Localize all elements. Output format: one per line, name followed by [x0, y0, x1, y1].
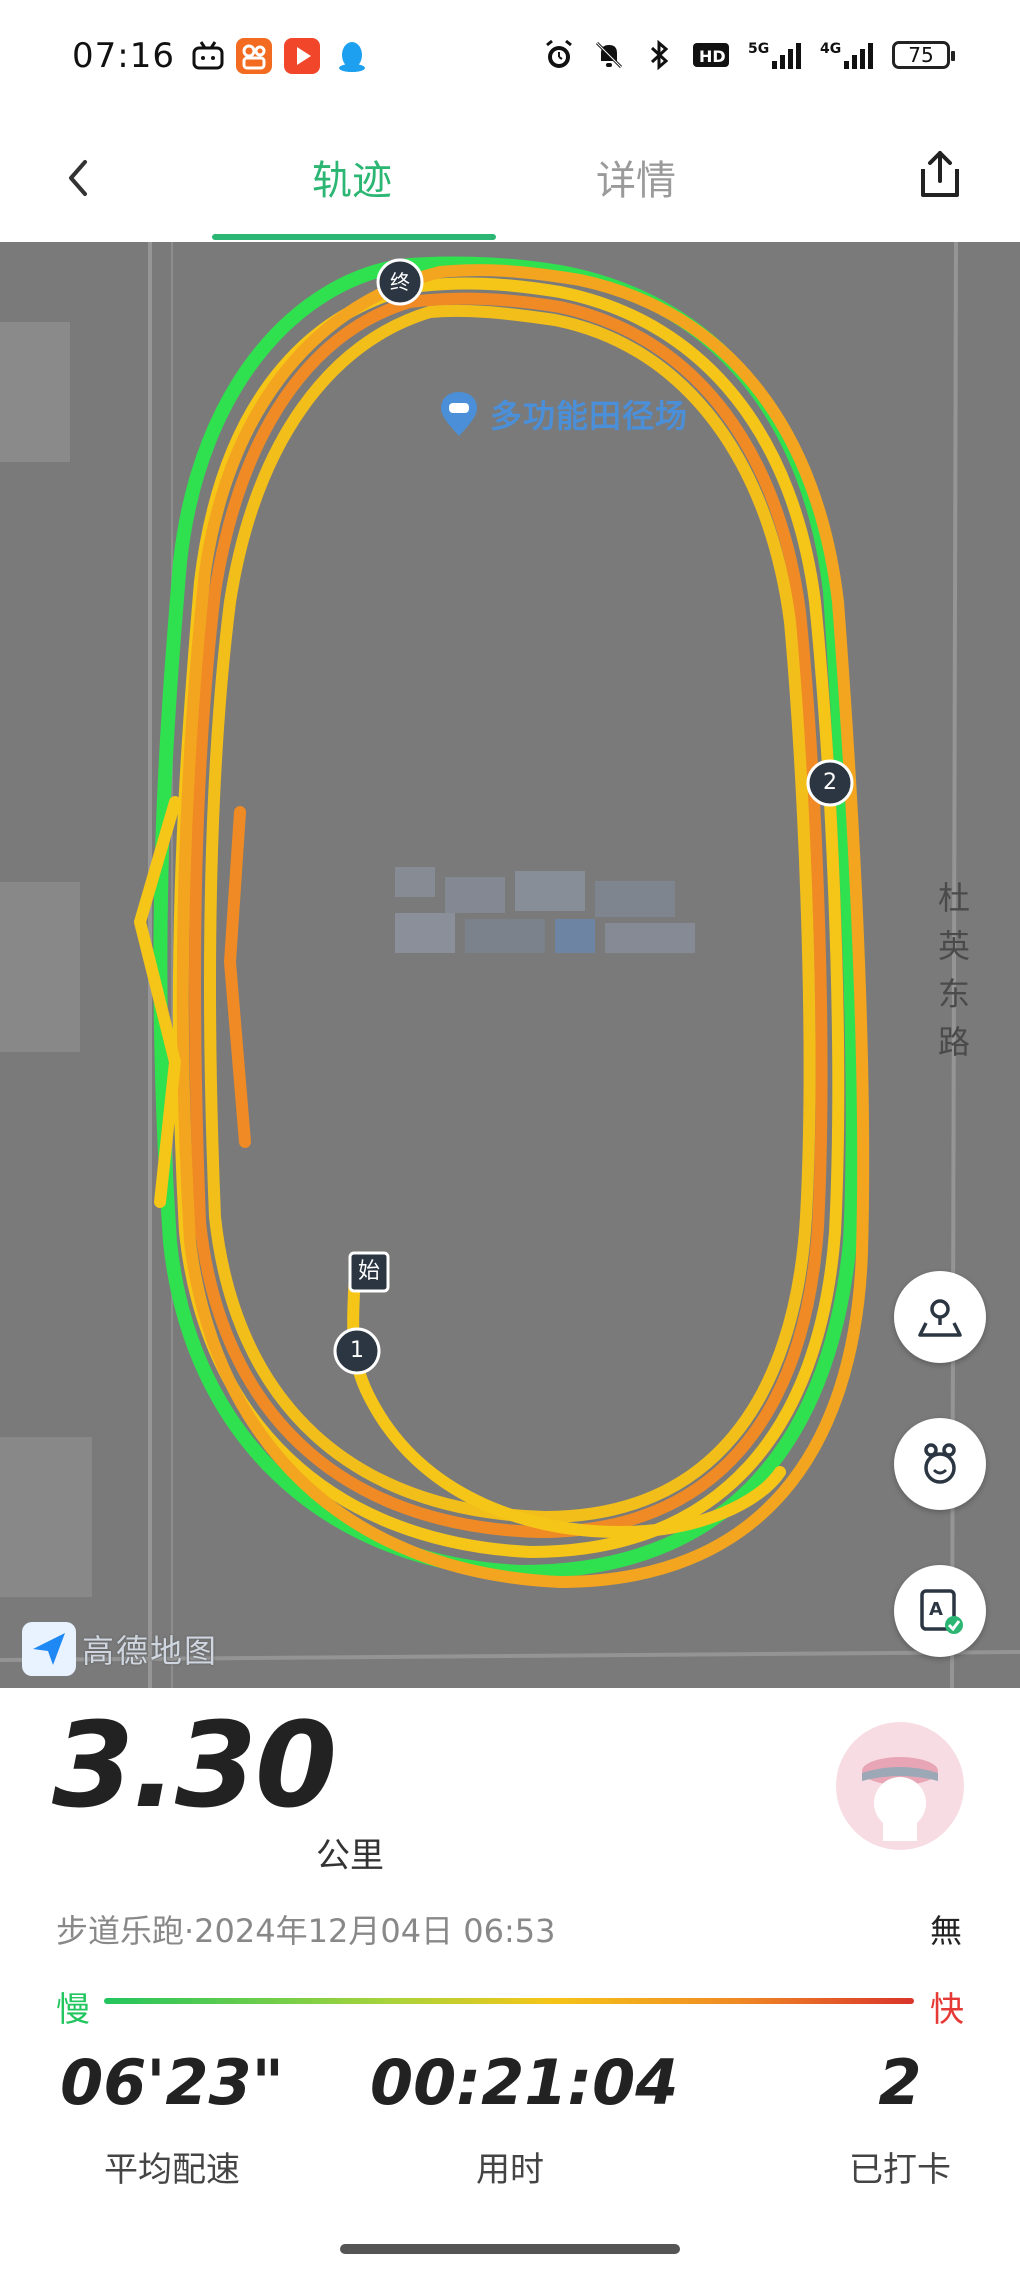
run-summary-panel: 3.30 公里 步道乐跑·2024年12月04日 06:53 無 慢 快 06'… [0, 1688, 1020, 2278]
active-tab-indicator [212, 234, 496, 240]
svg-text:HD: HD [699, 47, 726, 66]
duration-value: 00:21:04 [370, 2046, 679, 2119]
location-pin-icon [441, 392, 477, 436]
run-track-map[interactable]: 终 2 1 始 多功能田径场 杜英东路 A 高德地图 [0, 242, 1020, 1688]
checkins-value: 2 [878, 2046, 922, 2119]
share-icon [921, 151, 959, 197]
avatar-image [862, 1757, 938, 1841]
distance-unit: 公里 [316, 1836, 384, 1876]
bluetooth-icon [642, 38, 676, 72]
location-button[interactable] [894, 1271, 986, 1363]
pace-fast-label: 快 [930, 1990, 964, 2030]
signal-5g-icon: 5G [748, 38, 804, 72]
back-button[interactable] [48, 148, 108, 208]
weather-label: 無 [929, 1912, 962, 1950]
qq-icon [334, 38, 370, 74]
hd-voice-icon: HD [692, 38, 732, 72]
share-button[interactable] [908, 142, 972, 206]
avg-pace-value: 06'23" [60, 2046, 284, 2119]
distance-value: 3.30 [52, 1696, 337, 1834]
amap-logo-icon [22, 1622, 76, 1676]
top-nav: 轨迹 详情 [0, 118, 1020, 242]
home-indicator[interactable] [340, 2244, 680, 2254]
pace-slow-label: 慢 [56, 1990, 90, 2030]
checkins-label: 已打卡 [849, 2150, 951, 2190]
start-marker-label: 始 [357, 1259, 380, 1284]
video-app-icon [284, 38, 320, 74]
svg-text:A: A [929, 1599, 943, 1620]
map-building [0, 322, 70, 462]
poi-stadium[interactable]: 多功能田径场 [438, 390, 688, 438]
bilibili-icon [190, 38, 226, 74]
kuaishou-icon [236, 38, 272, 74]
map-canvas [0, 242, 1020, 1688]
amap-logo-text: 高德地图 [82, 1632, 219, 1670]
chevron-left-icon [69, 160, 87, 196]
road-label: 杜英东路 [937, 879, 970, 1061]
lap-marker-1-label: 1 [350, 1338, 364, 1363]
checkin-button[interactable]: A [894, 1565, 986, 1657]
map-building [0, 882, 80, 1052]
status-bar: 07:16 HD 5G 4G 75 [0, 0, 1020, 118]
status-icons: HD 5G 4G 75 [542, 38, 955, 72]
lap-marker-2-label: 2 [823, 770, 837, 795]
poi-label: 多功能田径场 [490, 397, 689, 435]
tab-track[interactable]: 轨迹 [312, 148, 392, 206]
tab-detail[interactable]: 详情 [596, 148, 676, 206]
blurred-place-label [395, 867, 695, 953]
avatar[interactable] [836, 1722, 964, 1850]
amap-logo: 高德地图 [22, 1622, 218, 1676]
svg-text:4G: 4G [820, 41, 841, 57]
svg-text:5G: 5G [748, 41, 769, 57]
duration-label: 用时 [476, 2150, 544, 2190]
battery-icon: 75 [892, 41, 955, 69]
map-pin-icon [918, 1299, 962, 1337]
status-time: 07:16 [72, 36, 175, 76]
signal-4g-icon: 4G [820, 38, 876, 72]
end-marker-label: 终 [390, 270, 410, 294]
checkin-icon: A [920, 1589, 963, 1634]
pace-gradient-bar [104, 1998, 914, 2004]
mute-bell-icon [592, 38, 626, 72]
avg-pace-label: 平均配速 [104, 2150, 240, 2190]
mascot-icon [924, 1443, 956, 1484]
run-meta: 步道乐跑·2024年12月04日 06:53 [56, 1912, 556, 1950]
mascot-button[interactable] [894, 1418, 986, 1510]
map-building [0, 1437, 92, 1597]
alarm-icon [542, 38, 576, 72]
